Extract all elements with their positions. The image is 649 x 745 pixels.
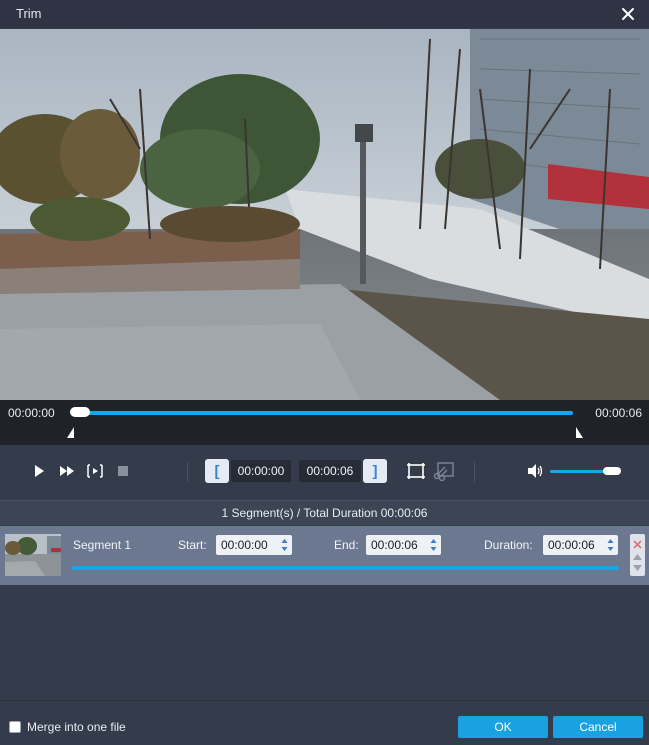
stop-button[interactable] [112,460,134,482]
timeline-start-time: 00:00:00 [8,406,55,420]
set-start-icon: [ [214,462,220,480]
split-button[interactable] [433,460,455,482]
set-start-button[interactable]: [ [205,459,229,483]
footer-divider [0,700,649,701]
play-segment-button[interactable] [84,460,106,482]
timeline[interactable]: 00:00:00 00:00:06 [0,400,649,445]
crop-button[interactable] [405,460,427,482]
play-button[interactable] [28,460,50,482]
close-icon [622,8,634,20]
trim-start-marker[interactable] [67,427,74,438]
segment-start-input[interactable]: 00:00:00 [216,535,292,555]
fast-forward-icon [60,466,74,476]
trim-end-marker[interactable] [576,427,583,438]
window-title: Trim [16,6,42,21]
delete-segment-icon[interactable] [630,538,645,552]
play-icon [35,465,44,477]
segment-row[interactable]: Segment 1 Start: 00:00:00 End: 00:00:06 … [0,526,649,585]
move-up-icon[interactable] [630,552,645,562]
segment-start-value: 00:00:00 [221,538,268,552]
fast-forward-button[interactable] [56,460,78,482]
volume-icon [528,464,543,478]
segment-duration-label: Duration: [484,538,533,552]
timeline-track[interactable] [73,411,573,415]
play-segment-icon [87,464,103,478]
spin-arrows-icon[interactable] [281,538,288,552]
title-bar: Trim [0,0,649,28]
split-scissors-icon [433,462,454,481]
segments-summary: 1 Segment(s) / Total Duration 00:00:06 [0,500,649,525]
spin-arrows-icon[interactable] [607,538,614,552]
cancel-button[interactable]: Cancel [553,716,643,738]
video-preview [0,29,649,400]
set-end-icon: ] [372,462,378,480]
move-down-icon[interactable] [630,563,645,573]
volume-slider-handle[interactable] [603,467,621,475]
spin-arrows-icon[interactable] [430,538,437,552]
ok-button[interactable]: OK [458,716,548,738]
segment-end-value: 00:00:06 [371,538,418,552]
stop-icon [118,466,128,476]
segment-duration-input[interactable]: 00:00:06 [543,535,618,555]
segment-side-buttons [630,534,645,576]
segment-range-bar [72,566,619,570]
merge-checkbox-row[interactable]: Merge into one file [9,720,126,734]
set-end-button[interactable]: ] [363,459,387,483]
close-button[interactable] [617,3,639,25]
timeline-end-time: 00:00:06 [595,406,642,420]
segment-name: Segment 1 [73,538,132,552]
controls-bar: [ 00:00:00 00:00:06 ] [0,445,649,500]
segment-end-input[interactable]: 00:00:06 [366,535,441,555]
segment-end-label: End: [334,538,359,552]
merge-label: Merge into one file [27,720,126,734]
segment-thumbnail [5,534,61,576]
video-frame [0,29,649,400]
crop-icon [407,463,425,479]
merge-checkbox[interactable] [9,721,21,733]
segment-duration-value: 00:00:06 [548,538,595,552]
playhead-handle[interactable] [70,407,90,417]
segment-start-label: Start: [178,538,207,552]
start-time-field[interactable]: 00:00:00 [231,460,291,482]
end-time-field[interactable]: 00:00:06 [299,460,361,482]
volume-button[interactable] [524,460,546,482]
separator [474,462,475,482]
separator [187,462,188,482]
